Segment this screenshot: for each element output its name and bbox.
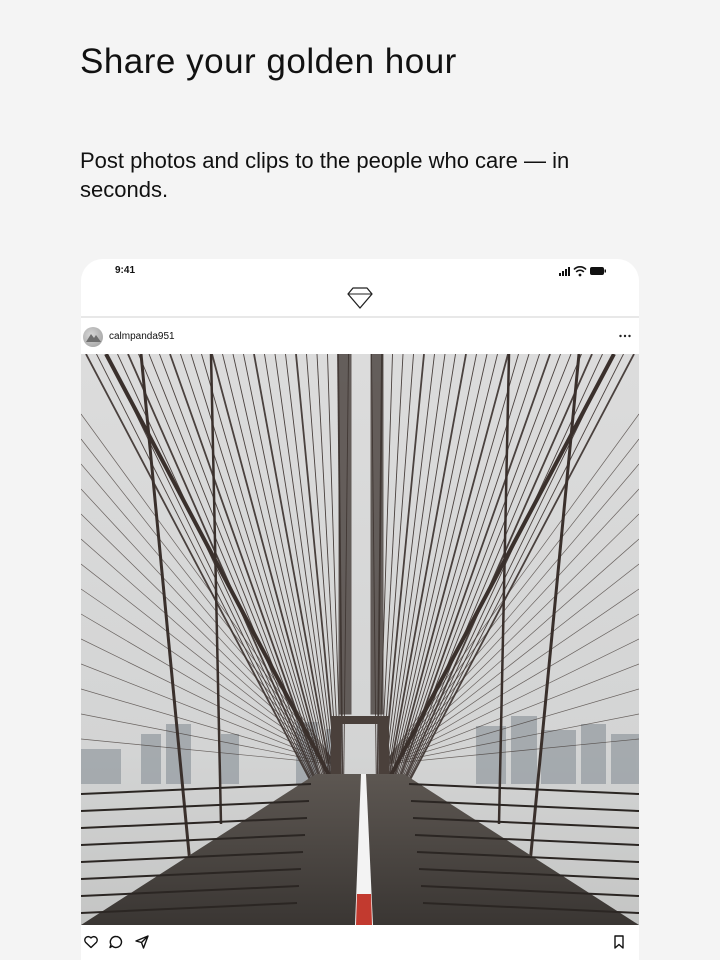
- status-icons: [559, 265, 606, 277]
- subheadline: Post photos and clips to the people who …: [80, 148, 570, 202]
- status-time: 9:41: [115, 265, 136, 276]
- more-horizontal-icon[interactable]: [617, 330, 633, 342]
- wifi-icon: [573, 265, 587, 277]
- battery-icon: [590, 267, 606, 275]
- bookmark-icon[interactable]: [611, 934, 627, 950]
- status-bar: 9:41: [81, 259, 639, 285]
- headline: Share your golden hour: [80, 42, 457, 81]
- header-divider: [81, 316, 639, 318]
- bridge-photo-illustration: [81, 354, 639, 925]
- post-actions: [81, 931, 639, 955]
- diamond-logo-icon: [347, 287, 373, 309]
- heart-icon[interactable]: [83, 934, 99, 950]
- avatar[interactable]: [83, 327, 103, 347]
- send-icon[interactable]: [134, 934, 150, 950]
- comment-icon[interactable]: [108, 934, 124, 950]
- post-header: calmpanda951: [81, 324, 639, 350]
- post-photo[interactable]: [81, 354, 639, 925]
- post-username[interactable]: calmpanda951: [109, 331, 175, 342]
- walkway-red-mark: [356, 894, 372, 925]
- signal-icon: [559, 267, 570, 276]
- phone-mockup: 9:41 calmpanda951: [81, 259, 639, 960]
